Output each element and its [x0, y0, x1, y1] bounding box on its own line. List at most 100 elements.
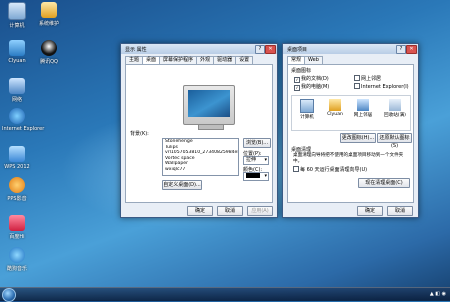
tab-drivers[interactable]: 驱动器 — [213, 56, 237, 64]
tab-web[interactable]: Web — [304, 56, 323, 64]
checkbox-network-places[interactable]: 网上邻居 — [354, 75, 381, 82]
monitor-stand — [198, 124, 224, 130]
user-folder-icon — [9, 40, 25, 56]
color-picker[interactable]: ▾ — [243, 172, 269, 181]
preview-recycle-bin[interactable]: 回收站(满) — [382, 99, 408, 118]
desktop-icon-qq[interactable]: 腾讯QQ — [34, 40, 64, 65]
checkbox-label: 每 60 天运行桌面清理向导(U) — [300, 167, 368, 173]
list-item[interactable]: wxiqlc77 — [163, 167, 238, 173]
position-value: 拉伸 — [246, 157, 257, 163]
recycle-bin-icon — [389, 99, 401, 111]
tab-settings[interactable]: 设置 — [235, 56, 254, 64]
preview-label: 回收站(满) — [384, 113, 406, 118]
preview-computer[interactable]: 计算机 — [294, 99, 320, 120]
computer-icon — [300, 99, 314, 113]
desktop-icon-wps[interactable]: WPS 2012 — [2, 146, 32, 170]
help-button[interactable]: ? — [396, 45, 406, 54]
desktop-icon-label: 百度Hi — [9, 234, 25, 240]
desktop-icon-baiduhi[interactable]: 百度Hi — [2, 215, 32, 240]
checkbox-checked-icon: ✓ — [294, 85, 300, 91]
preview-network[interactable]: 网上邻居 — [350, 99, 376, 118]
qq-penguin-icon — [41, 40, 57, 56]
checkbox-empty-icon — [293, 166, 299, 172]
network-icon — [9, 78, 25, 94]
wps-icon — [9, 146, 25, 162]
ie-icon — [9, 108, 25, 124]
user-folder-icon — [329, 99, 341, 111]
position-select[interactable]: 拉伸 ▾ — [243, 156, 269, 165]
desktop-icon-sysmaint[interactable]: 系统维护 — [34, 2, 64, 27]
browse-button[interactable]: 浏览(B)... — [243, 138, 271, 148]
desktop-icon-ie[interactable]: Internet Explorer — [2, 108, 45, 132]
background-list[interactable]: Stonehenge Tulips vrl1057053810_27340825… — [162, 138, 239, 176]
cleanup-now-button[interactable]: 现在清理桌面(C) — [358, 178, 410, 188]
apply-button[interactable]: 应用(A) — [247, 206, 273, 216]
help-button[interactable]: ? — [255, 45, 265, 54]
title-bar: 显示 属性 ? ✕ — [121, 44, 277, 54]
color-swatch — [246, 173, 260, 178]
checkbox-cleanup-60-days[interactable]: 每 60 天运行桌面清理向导(U) — [293, 166, 367, 173]
background-label: 背景(K): — [130, 131, 149, 137]
display-properties-window: 显示 属性 ? ✕ 主题 桌面 屏幕保护程序 外观 驱动器 设置 背景(K): Stone… — [120, 43, 278, 218]
computer-icon — [8, 2, 26, 20]
preview-label: 计算机 — [300, 115, 314, 120]
checkbox-label: 网上邻居 — [361, 76, 382, 82]
restore-default-button[interactable]: 还原默认图标(S) — [377, 133, 412, 149]
monitor-preview — [183, 85, 235, 130]
cancel-button[interactable]: 取消 — [217, 206, 243, 216]
desktop-icons-label: 桌面图标 — [291, 68, 312, 74]
checkbox-label: 我的文档(D) — [301, 76, 329, 82]
cleanup-description: 桌面清理向导将把不使用的桌面项目移动到一个文件夹中。 — [293, 153, 404, 164]
tab-screensaver[interactable]: 屏幕保护程序 — [159, 56, 198, 64]
window-title: 桌面项目 — [287, 47, 308, 53]
checkbox-ie[interactable]: Internet Explorer(I) — [354, 83, 409, 90]
close-button[interactable]: ✕ — [406, 45, 417, 54]
desktop-icon-label: WPS 2012 — [4, 164, 30, 170]
desktop-icon-label: 计算机 — [9, 23, 25, 29]
taskbar: ▲ ◧ ◉ — [0, 287, 450, 302]
desktop-tab-panel: 背景(K): Stonehenge Tulips vrl1057053810_2… — [125, 64, 273, 203]
desktop-icon-computer[interactable]: 计算机 — [2, 2, 32, 29]
checkbox-label: Internet Explorer(I) — [361, 84, 409, 90]
pps-icon — [9, 177, 25, 193]
list-item[interactable]: vrl1057053810_27340825984e8b0ags=6 — [163, 150, 238, 156]
window-title: 显示 属性 — [125, 47, 147, 53]
checkbox-label: 我的电脑(M) — [301, 84, 330, 90]
maintenance-icon — [41, 2, 57, 18]
desktop-icon-label: Internet Explorer — [2, 126, 45, 132]
desktop-icon-label: 网络 — [11, 97, 22, 103]
preview-clyuan[interactable]: Clyuan — [322, 99, 348, 117]
baiduhi-icon — [9, 215, 25, 231]
general-tab-panel: 桌面图标 ✓ 我的文档(D) 网上邻居 ✓ 我的电脑(M) Internet Exp… — [287, 64, 414, 203]
tab-strip: 常规 Web — [287, 56, 323, 65]
desktop-icon-label: PPS影音 — [7, 196, 27, 202]
preview-label: Clyuan — [327, 112, 343, 117]
checkbox-empty-icon — [354, 75, 360, 81]
chevron-down-icon: ▾ — [264, 157, 267, 163]
kugou-icon — [9, 247, 25, 263]
title-bar: 桌面项目 ? ✕ — [283, 44, 418, 54]
desktop-icon-kugou[interactable]: 酷狗音乐 — [2, 247, 32, 272]
system-tray[interactable]: ▲ ◧ ◉ — [430, 291, 446, 297]
tab-strip: 主题 桌面 屏幕保护程序 外观 驱动器 设置 — [125, 56, 254, 65]
desktop-icon-label: 腾讯QQ — [40, 59, 58, 65]
tab-themes[interactable]: 主题 — [125, 56, 144, 64]
close-button[interactable]: ✕ — [265, 45, 276, 54]
desktop-icon-label: 系统维护 — [38, 21, 59, 27]
ok-button[interactable]: 确定 — [187, 206, 213, 216]
desktop-icon-clyuan[interactable]: Clyuan — [2, 40, 32, 64]
checkbox-my-documents[interactable]: ✓ 我的文档(D) — [294, 75, 329, 83]
icon-preview-box: 计算机 Clyuan 网上邻居 回收站(满) — [291, 95, 411, 131]
desktop-icon-network[interactable]: 网络 — [2, 78, 32, 103]
tab-appearance[interactable]: 外观 — [196, 56, 215, 64]
change-icon-button[interactable]: 更改图标(H)... — [340, 133, 376, 143]
network-icon — [357, 99, 369, 111]
wallpaper-preview — [188, 90, 230, 117]
cancel-button[interactable]: 取消 — [387, 206, 413, 216]
customize-desktop-button[interactable]: 自定义桌面(D)... — [162, 180, 202, 190]
desktop-icon-label: Clyuan — [8, 58, 26, 64]
ok-button[interactable]: 确定 — [357, 206, 383, 216]
desktop-items-window: 桌面项目 ? ✕ 常规 Web 桌面图标 ✓ 我的文档(D) 网上邻居 ✓ 我的电脑(… — [282, 43, 419, 218]
checkbox-my-computer[interactable]: ✓ 我的电脑(M) — [294, 83, 329, 91]
desktop-icon-pps[interactable]: PPS影音 — [2, 177, 32, 202]
